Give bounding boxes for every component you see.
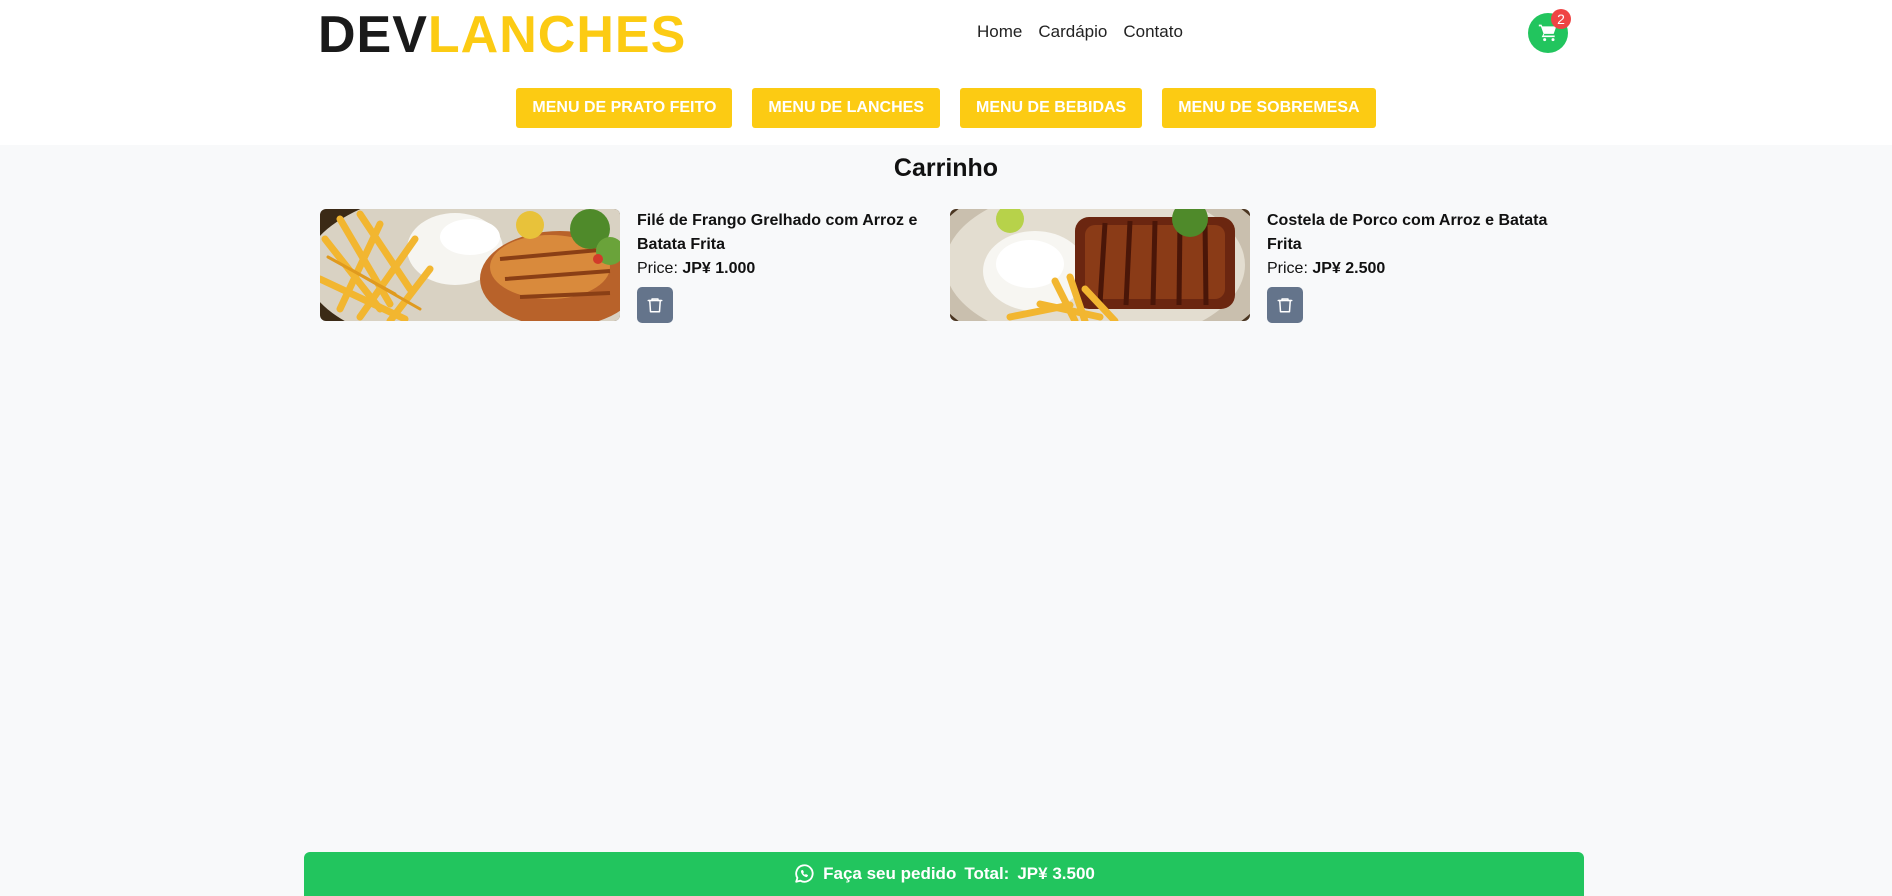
cart-item: Costela de Porco com Arroz e Batata Frit… [950,209,1580,323]
nav-contato[interactable]: Contato [1123,22,1183,42]
logo[interactable]: DEVLANCHES [318,6,686,64]
trash-icon [1277,298,1293,313]
menu-bebidas-button[interactable]: MENU DE BEBIDAS [959,88,1143,128]
cart-title: Carrinho [893,154,999,182]
cart-count-badge: 2 [1551,9,1571,29]
header: DEVLANCHES Home Cardápio Contato 2 MENU … [0,0,1892,145]
order-total-label: Total: [964,864,1010,883]
item-info: Filé de Frango Grelhado com Arroz e Bata… [637,209,937,323]
price-label: Price: [1267,260,1308,277]
order-total-value: JP¥ 3.500 [1017,864,1095,883]
item-price: Price: JP¥ 2.500 [1267,257,1567,281]
main-nav: Home Cardápio Contato [977,22,1183,42]
price-value: JP¥ 1.000 [682,260,756,277]
item-info: Costela de Porco com Arroz e Batata Frit… [1267,209,1567,323]
trash-icon [647,298,663,313]
price-label: Price: [637,260,678,277]
cart-item: Filé de Frango Grelhado com Arroz e Bata… [320,209,950,323]
logo-lanches: LANCHES [427,6,687,64]
whatsapp-icon [795,864,814,883]
nav-home[interactable]: Home [977,22,1022,42]
logo-dev: DEV [318,6,428,64]
menu-lanches-button[interactable]: MENU DE LANCHES [752,88,940,128]
item-image [320,209,620,321]
menu-prato-feito-button[interactable]: MENU DE PRATO FEITO [516,88,733,128]
item-name: Filé de Frango Grelhado com Arroz e Bata… [637,212,918,253]
item-name: Costela de Porco com Arroz e Batata Frit… [1267,212,1548,253]
remove-item-button[interactable] [637,287,673,323]
price-value: JP¥ 2.500 [1312,260,1386,277]
item-image [950,209,1250,321]
menu-bar: MENU DE PRATO FEITO MENU DE LANCHES MENU… [0,88,1892,128]
nav-cardapio[interactable]: Cardápio [1038,22,1107,42]
item-price: Price: JP¥ 1.000 [637,257,937,281]
place-order-button[interactable]: Faça seu pedido Total: JP¥ 3.500 [304,852,1584,896]
menu-sobremesa-button[interactable]: MENU DE SOBREMESA [1162,88,1376,128]
remove-item-button[interactable] [1267,287,1303,323]
order-label: Faça seu pedido [823,864,957,883]
